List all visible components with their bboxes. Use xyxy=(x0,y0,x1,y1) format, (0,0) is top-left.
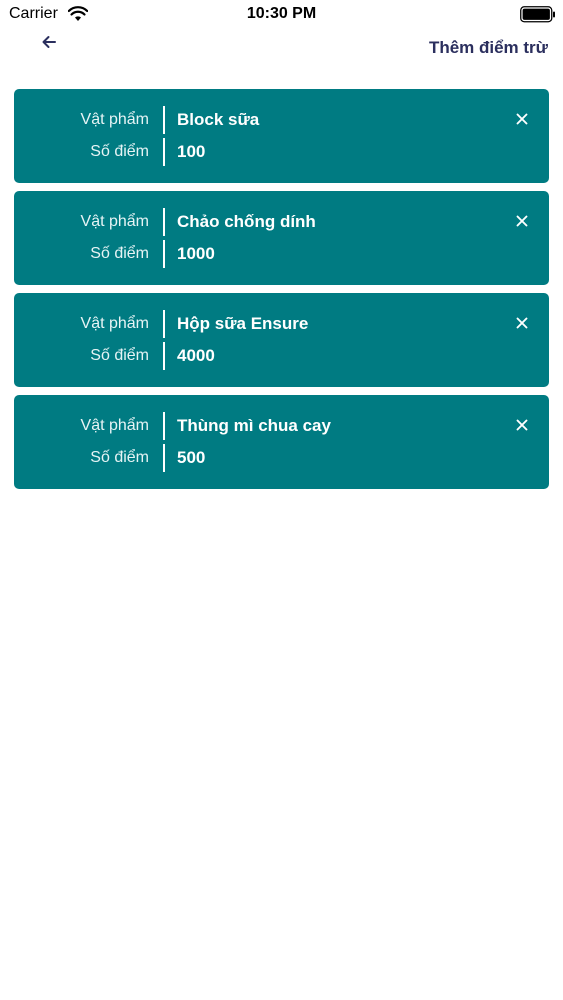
item-label: Vật phẩm xyxy=(80,315,149,332)
points-row: Số điểm 4000 xyxy=(14,342,549,370)
divider xyxy=(163,240,165,268)
add-deduction-button[interactable]: Thêm điểm trừ xyxy=(429,38,548,58)
points-label: Số điểm xyxy=(90,347,149,364)
points-value: 4000 xyxy=(177,346,215,365)
close-icon[interactable] xyxy=(513,416,531,434)
points-row: Số điểm 500 xyxy=(14,444,549,472)
points-value: 1000 xyxy=(177,244,215,263)
item-label: Vật phẩm xyxy=(80,213,149,230)
points-value: 100 xyxy=(177,142,206,161)
list-item: Vật phẩm Chảo chống dính Số điểm 1000 xyxy=(14,191,549,285)
close-icon[interactable] xyxy=(513,212,531,230)
item-name-row: Vật phẩm Chảo chống dính xyxy=(14,208,549,236)
divider xyxy=(163,444,165,472)
item-label: Vật phẩm xyxy=(80,417,149,434)
status-bar: Carrier 10:30 PM xyxy=(0,0,563,30)
back-button[interactable] xyxy=(34,30,64,54)
item-name-row: Vật phẩm Hộp sữa Ensure xyxy=(14,310,549,338)
item-value: Hộp sữa Ensure xyxy=(177,314,309,333)
divider xyxy=(163,138,165,166)
item-label: Vật phẩm xyxy=(80,111,149,128)
points-label: Số điểm xyxy=(90,449,149,466)
list-item: Vật phẩm Thùng mì chua cay Số điểm 500 xyxy=(14,395,549,489)
list-item: Vật phẩm Block sữa Số điểm 100 xyxy=(14,89,549,183)
divider xyxy=(163,342,165,370)
item-value: Block sữa xyxy=(177,110,260,129)
status-clock: 10:30 PM xyxy=(246,5,317,22)
item-value: Chảo chống dính xyxy=(177,212,316,231)
item-list: Vật phẩm Block sữa Số điểm 100 Vật phẩm … xyxy=(14,89,549,497)
battery-icon xyxy=(520,6,555,23)
close-icon[interactable] xyxy=(513,110,531,128)
divider xyxy=(163,106,165,134)
item-value: Thùng mì chua cay xyxy=(177,416,331,435)
points-label: Số điểm xyxy=(90,245,149,262)
divider xyxy=(163,310,165,338)
points-row: Số điểm 100 xyxy=(14,138,549,166)
points-label: Số điểm xyxy=(90,143,149,160)
item-name-row: Vật phẩm Block sữa xyxy=(14,106,549,134)
divider xyxy=(163,412,165,440)
divider xyxy=(163,208,165,236)
item-name-row: Vật phẩm Thùng mì chua cay xyxy=(14,412,549,440)
arrow-left-icon xyxy=(42,36,56,48)
points-value: 500 xyxy=(177,448,206,467)
close-icon[interactable] xyxy=(513,314,531,332)
points-row: Số điểm 1000 xyxy=(14,240,549,268)
list-item: Vật phẩm Hộp sữa Ensure Số điểm 4000 xyxy=(14,293,549,387)
